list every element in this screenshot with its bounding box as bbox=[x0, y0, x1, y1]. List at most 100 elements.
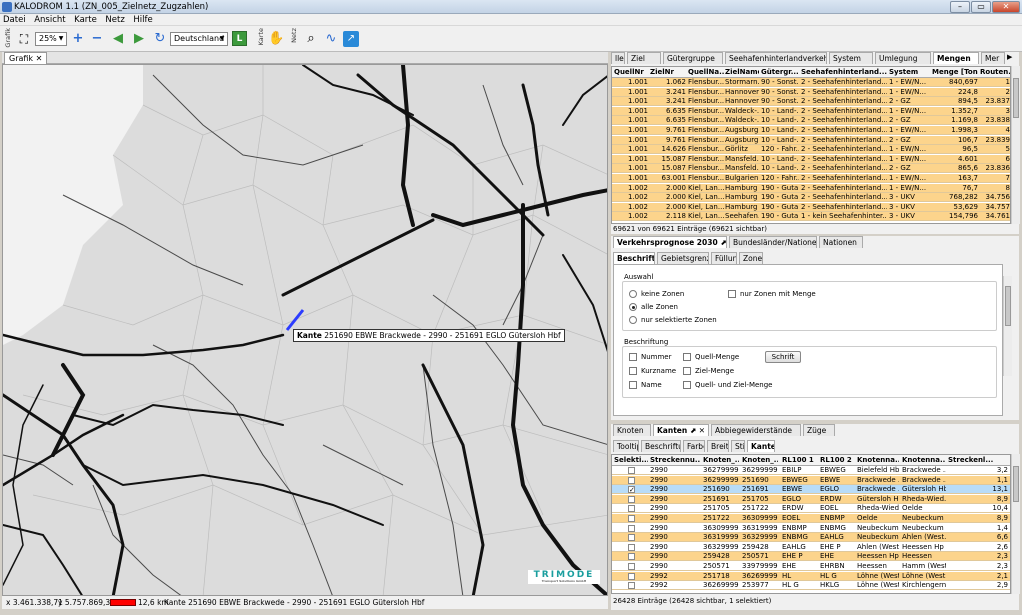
row-select-checkbox[interactable] bbox=[628, 582, 635, 590]
table-row[interactable]: 1.001 63.001 Flensbur... Bulgarien 120 - Fah… bbox=[612, 174, 1010, 183]
subtab-breite[interactable]: Breite bbox=[707, 440, 729, 452]
nummer-checkbox[interactable] bbox=[629, 353, 637, 361]
table-row[interactable]: 2990 251722 36309999 EOEL ENBMP Oelde Neubecku… bbox=[612, 514, 1010, 523]
table-row[interactable]: 1.001 9.761Flensbur...Augsburg...10 - Lan… bbox=[612, 135, 1010, 145]
column-header[interactable]: Streckenl... bbox=[948, 456, 1008, 465]
table-row[interactable]: 1.001 15.087Flensbur...Mansfeld...10 - La… bbox=[612, 154, 1010, 164]
table-row[interactable]: 1.002 2.000Kiel, Lan...Hamburg190 - Guta.… bbox=[612, 202, 1010, 212]
table-row[interactable]: 1.001 15.087Flensbur...Mansfeld...10 - La… bbox=[612, 164, 1010, 174]
highlighted-edge[interactable] bbox=[285, 309, 305, 331]
row-select-checkbox[interactable] bbox=[628, 476, 635, 484]
row-select-checkbox[interactable] bbox=[628, 534, 635, 542]
forward-arrow-icon[interactable]: ▶ bbox=[131, 31, 147, 47]
tab-bundeslaender[interactable]: Bundesländer/Nationen bbox=[729, 236, 817, 248]
column-header[interactable]: Menge [Ton... bbox=[932, 68, 978, 77]
subtab-farbe[interactable]: Farbe bbox=[683, 440, 705, 452]
tab-verkehrsprognose[interactable]: Verkehrsprognose 2030 ⬈ ✕ bbox=[613, 236, 727, 248]
column-header[interactable]: Knoten_... bbox=[703, 456, 739, 465]
kurzname-checkbox[interactable] bbox=[629, 367, 637, 375]
refresh-icon[interactable]: ↻ bbox=[152, 31, 168, 47]
region-select[interactable]: Deutschland ▼ bbox=[170, 32, 228, 46]
chart-icon[interactable]: ↗ bbox=[343, 31, 359, 47]
subtab-beschriftung[interactable]: Beschriftung bbox=[613, 252, 655, 264]
scrollbar-thumb[interactable] bbox=[1005, 286, 1011, 326]
tab-seehafen[interactable]: Seehafenhinterlandverkehr bbox=[725, 52, 827, 64]
schrift-button[interactable]: Schrift bbox=[765, 351, 801, 363]
column-header[interactable]: ZielName bbox=[725, 68, 759, 77]
zoom-out-icon[interactable]: − bbox=[89, 31, 105, 47]
name-checkbox[interactable] bbox=[629, 381, 637, 389]
menu-netz[interactable]: Netz bbox=[102, 14, 127, 26]
column-header[interactable]: RL100 1 bbox=[782, 456, 816, 465]
subtab-beschriftung[interactable]: Beschriftung bbox=[641, 440, 681, 452]
tab-mengen[interactable]: Mengen bbox=[933, 52, 979, 64]
zoom-select[interactable]: 25% ▼ bbox=[35, 32, 67, 46]
row-select-checkbox[interactable] bbox=[628, 495, 635, 503]
l-button[interactable]: L bbox=[232, 31, 247, 46]
table-row[interactable]: 2992 36269999253977 HL G HKLG Löhne (West...… bbox=[612, 581, 1010, 591]
quell-menge-checkbox[interactable] bbox=[683, 353, 691, 361]
radio-alle-zonen[interactable] bbox=[629, 303, 637, 311]
tab-umlegung[interactable]: Umlegung bbox=[875, 52, 931, 64]
tab-kanten[interactable]: Kanten ⬈ ✕ bbox=[653, 424, 709, 436]
column-header[interactable]: RL100 2 bbox=[820, 456, 854, 465]
column-header[interactable]: Routen... bbox=[980, 68, 1010, 77]
column-header[interactable]: QuellNr bbox=[614, 68, 648, 77]
tab-guetergruppe[interactable]: Gütergruppe bbox=[663, 52, 723, 64]
table-row[interactable]: 1.002 2.000Kiel, Lan...Hamburg190 - Guta.… bbox=[612, 193, 1010, 203]
table-row[interactable]: 2990 251705 251722 ERDW EOEL Rheda-Wied...Oel… bbox=[612, 504, 1010, 514]
back-arrow-icon[interactable]: ◀ bbox=[110, 31, 126, 47]
binoculars-icon[interactable]: ⌕ bbox=[303, 31, 319, 47]
table-row[interactable]: 1.002 2.118Kiel, Lan...Seehafen...190 - G… bbox=[612, 212, 1010, 222]
map-canvas[interactable]: Kante 251690 EBWE Brackwede - 2990 - 251… bbox=[2, 64, 608, 596]
table-row[interactable]: 2990 259428 250571 EHE P EHE Heessen Hp ...He… bbox=[612, 552, 1010, 562]
hand-pan-icon[interactable]: ✋ bbox=[268, 31, 284, 47]
scrollbar-thumb[interactable] bbox=[1013, 78, 1019, 118]
tab-nationen[interactable]: Nationen bbox=[819, 236, 863, 248]
table-row[interactable]: 1.001 6.635Flensbur...Waldeck-...10 - Lan… bbox=[612, 106, 1010, 116]
table-row[interactable]: 2990 250571 33979999 EHE EHRBN Heessen Hamm (W… bbox=[612, 562, 1010, 571]
column-header[interactable]: Knotenna... bbox=[902, 456, 946, 465]
tab-abbiegewiderstaende[interactable]: Abbiegewiderstände bbox=[711, 424, 801, 436]
table-row[interactable]: 2990 251691 251705 EGLO ERDW Gütersloh Hb...R… bbox=[612, 494, 1010, 504]
row-select-checkbox[interactable] bbox=[628, 572, 635, 580]
quell-ziel-menge-checkbox[interactable] bbox=[683, 381, 691, 389]
row-select-checkbox[interactable] bbox=[628, 524, 635, 532]
subtab-gebietsgrenzen[interactable]: Gebietsgrenzen bbox=[657, 252, 709, 264]
row-select-checkbox[interactable] bbox=[628, 467, 635, 474]
tab-system[interactable]: System bbox=[829, 52, 873, 64]
minimize-button[interactable]: – bbox=[950, 1, 970, 13]
table-row[interactable]: 1.001 9.761Flensbur...Augsburg...10 - Lan… bbox=[612, 126, 1010, 135]
tab-more[interactable]: Mer bbox=[981, 52, 1005, 64]
menu-ansicht[interactable]: Ansicht bbox=[31, 14, 68, 26]
network-path-icon[interactable]: ∿ bbox=[323, 31, 339, 47]
table-row[interactable]: 2990 36319999 36329999 ENBMG EAHLG Neubeckum … bbox=[612, 533, 1010, 543]
table-row[interactable]: 1.001 14.626 Flensbur... Görlitz 120 - Fahr.… bbox=[612, 145, 1010, 155]
kanten-scrollbar[interactable] bbox=[1011, 454, 1020, 594]
tab-scroll-arrow-icon[interactable]: ▶ bbox=[1007, 53, 1012, 61]
tab-quelle[interactable]: lle bbox=[611, 52, 625, 64]
table-row[interactable]: ✓ 2990 251690 251691 EBWE EGLO Brackwede ...Gü… bbox=[612, 485, 1010, 495]
table-row[interactable]: 1.001 3.241Flensbur...Hannover...90 - Son… bbox=[612, 97, 1010, 107]
close-button[interactable]: ✕ bbox=[992, 1, 1020, 13]
column-header[interactable]: Knoten_... bbox=[742, 456, 778, 465]
row-select-checkbox[interactable] bbox=[628, 505, 635, 513]
column-header[interactable]: QuellNa... bbox=[688, 68, 724, 77]
subtab-kanten[interactable]: Kanten bbox=[747, 440, 775, 452]
column-header[interactable]: Streckennu... bbox=[650, 456, 700, 465]
table-row[interactable]: 1.002 2.000Kiel, Lan...Hamburg190 - Guta.… bbox=[612, 183, 1010, 193]
column-header[interactable]: Selekti... bbox=[614, 456, 648, 465]
row-select-checkbox[interactable] bbox=[628, 563, 635, 570]
subtab-fuellung[interactable]: Füllung bbox=[711, 252, 737, 264]
row-select-checkbox[interactable] bbox=[628, 543, 635, 551]
fit-view-icon[interactable]: ⛶ bbox=[16, 31, 32, 47]
maximize-button[interactable]: ▭ bbox=[971, 1, 991, 13]
ziel-menge-checkbox[interactable] bbox=[683, 367, 691, 375]
column-header[interactable]: ZielNr bbox=[650, 68, 686, 77]
table-row[interactable]: 1.001 6.635Flensbur...Waldeck-...10 - Lan… bbox=[612, 116, 1010, 126]
column-header[interactable]: Seehafenhinterland... bbox=[801, 68, 887, 77]
table-row[interactable]: 2992 251718 36269999 HL HL G Löhne (West...Lö… bbox=[612, 571, 1010, 581]
table-row[interactable]: 2990 36279999 36299999 EBILP EBWEG Bielefeld … bbox=[612, 466, 1010, 475]
table-row[interactable]: 2990 36299999251690 EBWEG EBWE Brackwede ...… bbox=[612, 475, 1010, 485]
mid-scrollbar[interactable] bbox=[1003, 276, 1012, 376]
